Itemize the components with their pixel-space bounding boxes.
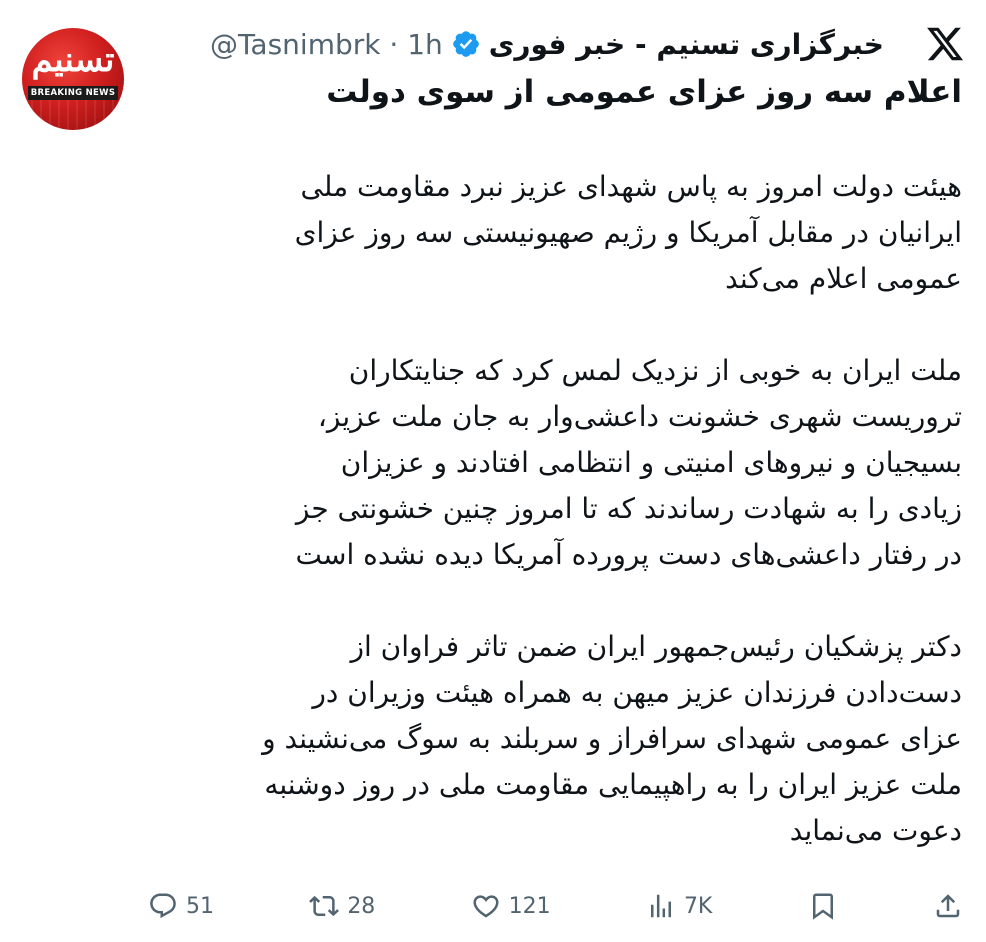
like-button[interactable]: 121 [471,891,551,921]
repost-icon [309,895,340,917]
bookmark-icon [812,893,833,920]
reply-icon [150,893,176,919]
avatar-logo-text: تسنیم [31,40,115,80]
tweet-paragraph: هیئت دولت امروز به پاس شهدای عزیز نبرد م… [294,170,962,295]
bookmark-button[interactable] [808,891,838,921]
x-logo-icon[interactable] [925,24,965,64]
verified-badge-icon [452,31,479,57]
avatar[interactable]: تسنیم BREAKING NEWS [22,28,124,130]
repost-button[interactable]: 28 [309,891,375,921]
like-count: 121 [508,893,551,919]
views-count: 7K [683,893,713,919]
author-handle-time[interactable]: @Tasnimbrk · 1h [210,28,443,61]
reply-button[interactable]: 51 [148,891,214,921]
avatar-decoration [22,100,124,130]
reply-count: 51 [186,893,214,919]
tweet-time[interactable]: 1h [407,28,443,61]
like-icon [473,895,499,918]
tweet-actions: 51 28 121 7K [148,884,963,928]
meta-separator: · [389,27,399,61]
tweet-header: @Tasnimbrk · 1h خبرگزاری تسنیم - خبر فور… [210,24,884,64]
avatar-breaking-news: BREAKING NEWS [28,86,118,100]
repost-count: 28 [347,893,376,919]
tweet-headline: اعلام سه روز عزای عمومی از سوی دولت [326,74,962,110]
tweet-paragraph: دکتر پزشکیان رئیس‌جمهور ایران ضمن تاثر ف… [262,630,962,847]
share-button[interactable] [933,891,963,921]
share-icon [936,894,960,918]
author-handle[interactable]: @Tasnimbrk [210,28,381,61]
tweet-paragraph: ملت ایران به خوبی از نزدیک لمس کرد که جن… [295,354,962,571]
views-icon [650,894,671,918]
author-display-name[interactable]: خبرگزاری تسنیم - خبر فوری [489,28,884,61]
tweet-body: هیئت دولت امروز به پاس شهدای عزیز نبرد م… [142,164,962,900]
views-button[interactable]: 7K [646,891,712,921]
